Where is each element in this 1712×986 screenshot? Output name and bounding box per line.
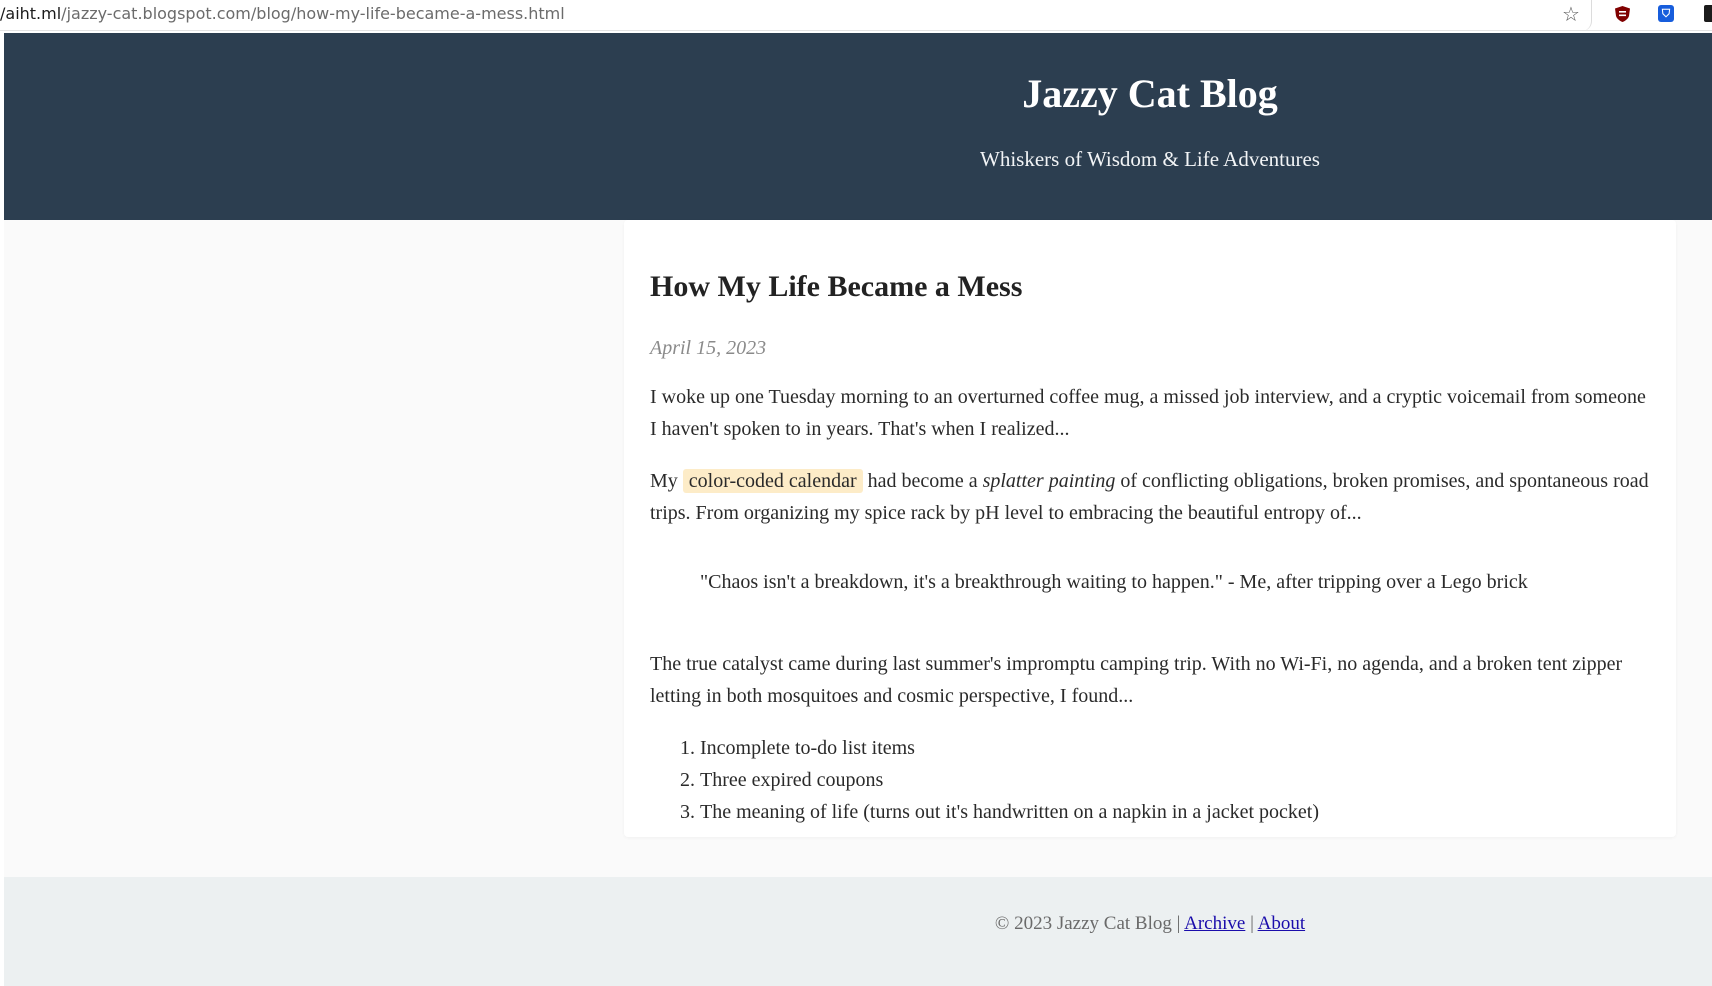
post-date: April 15, 2023 — [650, 337, 767, 359]
blog-post: How My Life Became a Mess April 15, 2023… — [624, 220, 1676, 837]
footer-line: © 2023 Jazzy Cat Blog | Archive | About — [4, 912, 1712, 936]
browser-toolbar-right: ☆ ⛉ — [1552, 0, 1712, 31]
star-icon[interactable]: ☆ — [1562, 3, 1580, 25]
bitwarden-icon[interactable]: ⛉ — [1658, 5, 1674, 22]
list-item: Three expired coupons — [700, 764, 1650, 796]
paragraph-text: My — [650, 470, 683, 492]
url-domain: /aiht.ml — [0, 4, 62, 23]
post-list: Incomplete to-do list items Three expire… — [650, 732, 1650, 828]
footer-copyright: © 2023 Jazzy Cat Blog | — [994, 913, 1181, 934]
url-text[interactable]: /aiht.ml/jazzy-cat.blogspot.com/blog/how… — [0, 4, 565, 24]
post-quote: "Chaos isn't a breakdown, it's a breakth… — [700, 571, 1528, 593]
site-footer: © 2023 Jazzy Cat Blog | Archive | About — [4, 877, 1712, 986]
extension-edge-icon[interactable] — [1704, 5, 1712, 22]
post-paragraph-3: The true catalyst came during last summe… — [650, 653, 1623, 707]
footer-separator: | — [1250, 913, 1254, 934]
post-paragraph-2: My color-coded calendar had become a spl… — [650, 465, 1650, 529]
url-box-end: ☆ — [1552, 0, 1592, 31]
site-header: Jazzy Cat Blog Whiskers of Wisdom & Life… — [4, 33, 1712, 220]
paragraph-text: had become a — [862, 470, 983, 492]
list-item: The meaning of life (turns out it's hand… — [700, 796, 1650, 828]
post-paragraph-1: I woke up one Tuesday morning to an over… — [650, 386, 1646, 440]
blog-page: Jazzy Cat Blog Whiskers of Wisdom & Life… — [4, 33, 1712, 986]
emphasized-text: splatter painting — [982, 470, 1116, 492]
highlighted-text: color-coded calendar — [682, 469, 863, 493]
url-path: /jazzy-cat.blogspot.com/blog/how-my-life… — [61, 4, 565, 23]
footer-archive-link[interactable]: Archive — [1184, 913, 1245, 934]
ublock-origin-icon[interactable] — [1615, 6, 1630, 22]
site-tagline: Whiskers of Wisdom & Life Adventures — [980, 147, 1320, 171]
site-title: Jazzy Cat Blog — [1022, 71, 1278, 116]
post-title: How My Life Became a Mess — [650, 270, 1023, 303]
footer-about-link[interactable]: About — [1258, 913, 1306, 934]
browser-url-bar[interactable]: /aiht.ml/jazzy-cat.blogspot.com/blog/how… — [0, 0, 1712, 31]
list-item: Incomplete to-do list items — [700, 732, 1650, 764]
